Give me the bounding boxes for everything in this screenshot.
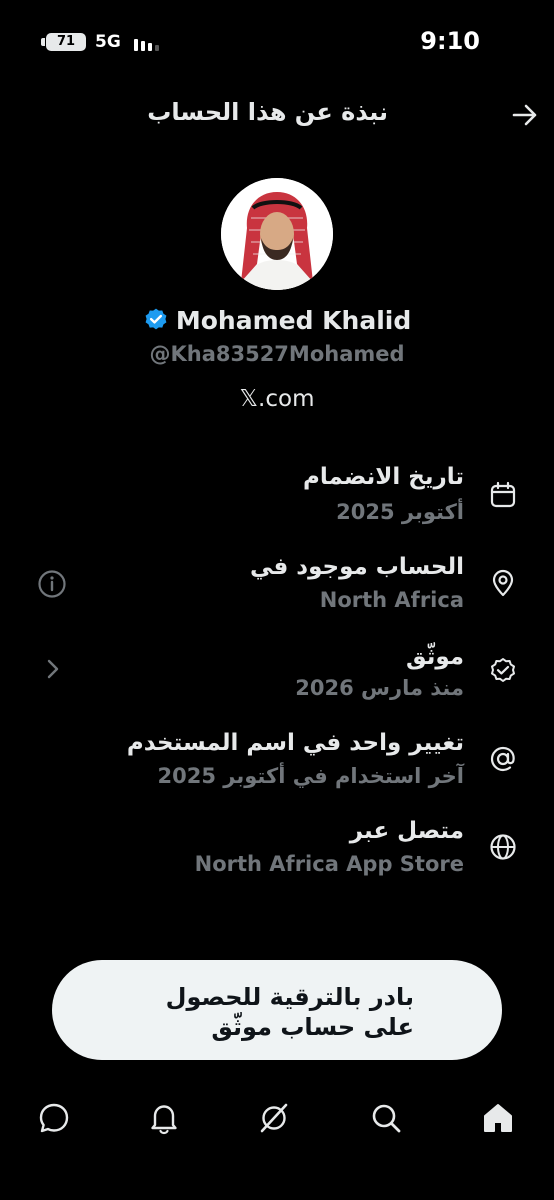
site-label: 𝕏.com — [239, 386, 315, 412]
upgrade-verified-button[interactable]: بادر بالترقية للحصول على حساب موثّق — [52, 960, 502, 1060]
info-row-subtitle: منذ مارس 2026 — [295, 676, 464, 700]
info-row-title: تغيير واحد في اسم المستخدم — [126, 730, 464, 756]
battery-icon: 71 — [41, 33, 86, 51]
home-icon[interactable] — [480, 1100, 516, 1136]
location-pin-icon — [492, 569, 514, 597]
info-row-connected-via: متصل عبر North Africa App Store — [0, 814, 554, 894]
search-icon[interactable] — [368, 1100, 404, 1136]
info-row-title: موثّق — [405, 644, 464, 670]
info-row-location: الحساب موجود في North Africa — [0, 550, 554, 630]
info-circle-icon[interactable] — [36, 568, 68, 600]
page-title: نبذة عن هذا الحساب — [147, 98, 388, 126]
clock: 9:10 — [420, 27, 480, 55]
info-row-subtitle: آخر استخدام في أكتوبر 2025 — [157, 764, 464, 788]
info-row-joined: تاريخ الانضمام أكتوبر 2025 — [0, 460, 554, 540]
bottom-nav — [0, 1088, 554, 1148]
upgrade-button-label: بادر بالترقية للحصول على حساب موثّق — [165, 983, 414, 1041]
grok-icon[interactable] — [256, 1100, 292, 1136]
chevron-right-icon[interactable] — [40, 656, 66, 682]
info-row-title: تاريخ الانضمام — [303, 464, 464, 490]
notifications-icon[interactable] — [146, 1100, 182, 1136]
info-row-subtitle: North Africa App Store — [194, 852, 464, 876]
display-name-row: Mohamed Khalid — [0, 306, 554, 335]
info-row-title: متصل عبر — [349, 818, 464, 844]
header: نبذة عن هذا الحساب — [0, 92, 554, 138]
username-handle: @Kha83527Mohamed — [149, 342, 405, 366]
globe-icon — [490, 834, 516, 860]
info-row-username-change: تغيير واحد في اسم المستخدم آخر استخدام ف… — [0, 726, 554, 806]
messages-icon[interactable] — [36, 1100, 72, 1136]
status-bar: 71 5G 9:10 — [0, 0, 554, 80]
arrow-right-icon[interactable] — [510, 100, 540, 130]
avatar — [221, 178, 333, 290]
calendar-icon — [490, 481, 516, 508]
network-type: 5G — [95, 32, 121, 52]
verified-check-icon — [491, 658, 515, 682]
battery-level: 71 — [56, 34, 76, 49]
info-row-subtitle: أكتوبر 2025 — [336, 500, 464, 524]
avatar-image — [221, 178, 333, 290]
info-row-title: الحساب موجود في — [249, 554, 464, 580]
info-row-verified[interactable]: موثّق منذ مارس 2026 — [0, 638, 554, 718]
info-row-subtitle: North Africa — [319, 588, 464, 612]
at-sign-icon — [490, 746, 515, 772]
signal-icon — [134, 39, 159, 51]
display-name: Mohamed Khalid — [175, 306, 412, 335]
verified-badge-icon — [145, 308, 167, 330]
